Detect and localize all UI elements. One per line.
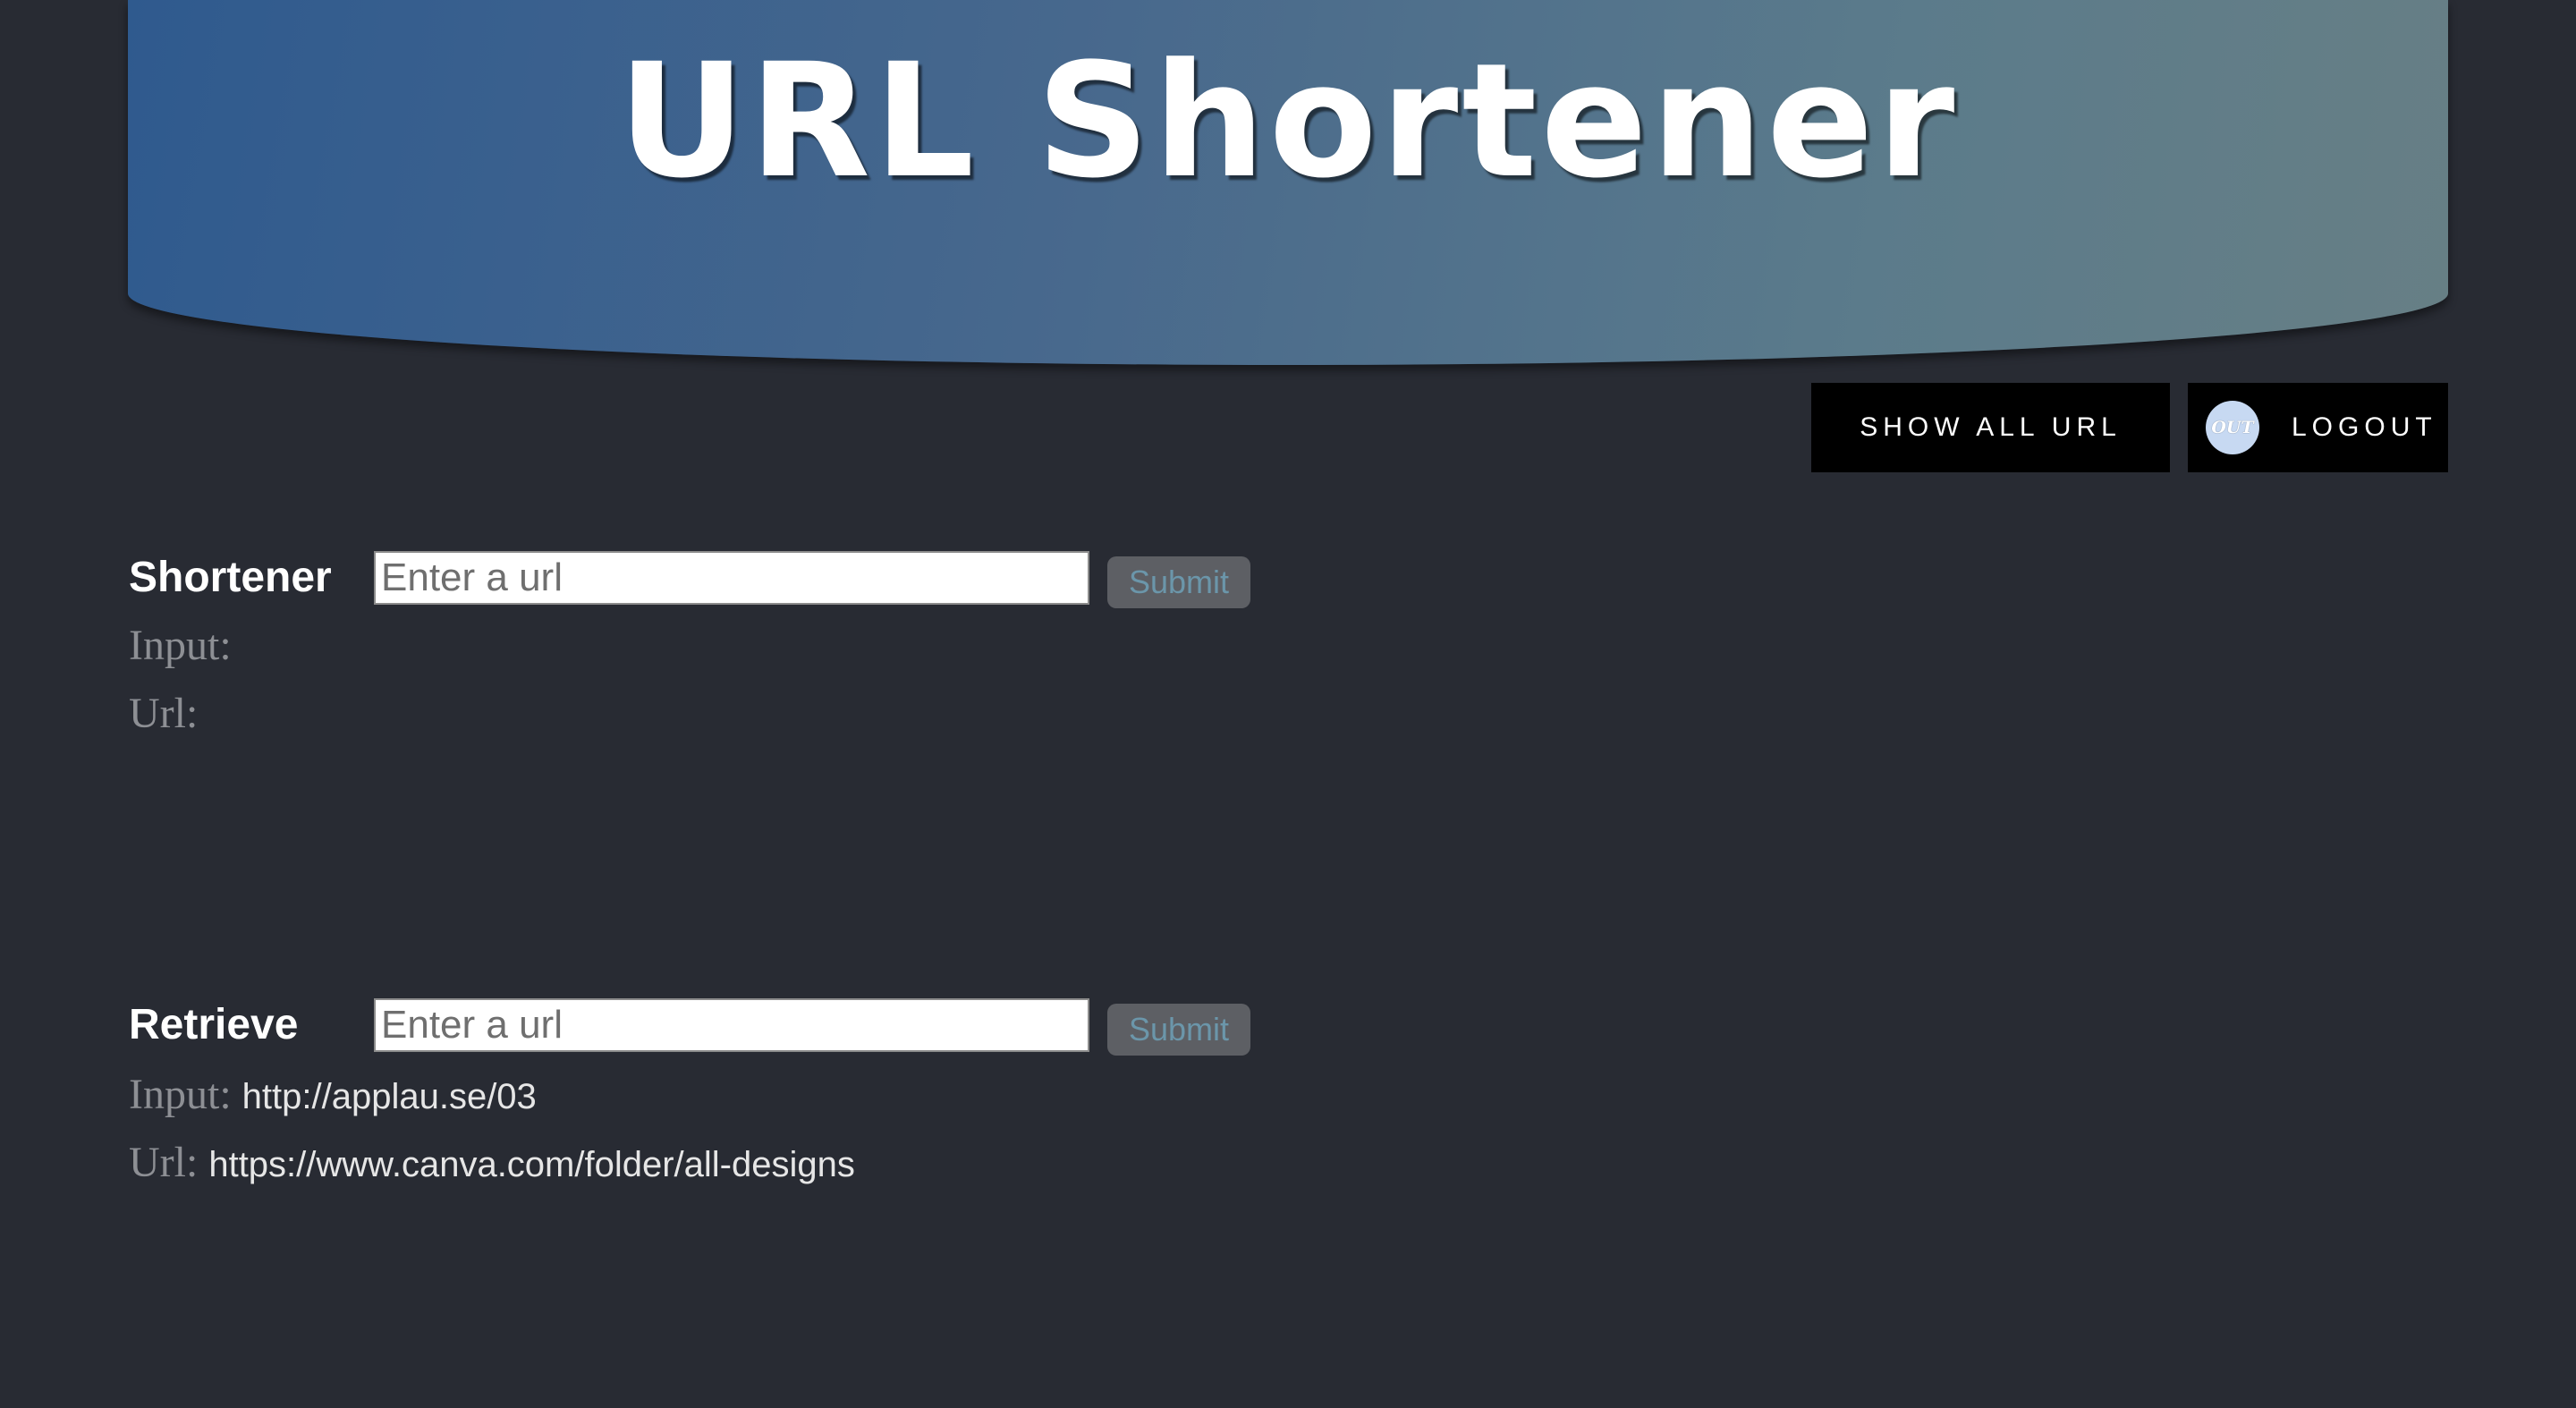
shortener-submit-button[interactable]: Submit (1107, 556, 1250, 608)
logout-label: LOGOUT (2292, 412, 2437, 442)
shortener-url-label: Url: (129, 690, 199, 737)
shortener-heading: Shortener (129, 554, 332, 601)
retrieve-url-label: Url: (129, 1139, 199, 1186)
show-all-url-label: SHOW ALL URL (1860, 412, 2122, 442)
retrieve-input-row: Input: http://applau.se/03 (129, 1073, 537, 1116)
retrieve-submit-button[interactable]: Submit (1107, 1004, 1250, 1056)
logout-icon: OUT (2206, 401, 2259, 454)
page-title: URL Shortener (617, 30, 1959, 213)
retrieve-heading: Retrieve (129, 1001, 299, 1048)
shortener-input-row: Input: (129, 624, 242, 667)
logout-button[interactable]: OUT LOGOUT (2188, 383, 2448, 472)
header-banner: URL Shortener (128, 0, 2448, 365)
show-all-url-button[interactable]: SHOW ALL URL (1811, 383, 2170, 472)
retrieve-url-input[interactable] (374, 998, 1089, 1052)
shortener-input-label: Input: (129, 622, 232, 669)
retrieve-input-label: Input: (129, 1071, 232, 1118)
page: URL Shortener SHOW ALL URL OUT LOGOUT Sh… (0, 0, 2576, 1408)
shortener-url-input[interactable] (374, 551, 1089, 605)
retrieve-url-value: https://www.canva.com/folder/all-designs (208, 1145, 855, 1184)
retrieve-url-row: Url: https://www.canva.com/folder/all-des… (129, 1141, 855, 1184)
retrieve-input-value: http://applau.se/03 (242, 1077, 537, 1116)
shortener-url-row: Url: (129, 692, 208, 735)
